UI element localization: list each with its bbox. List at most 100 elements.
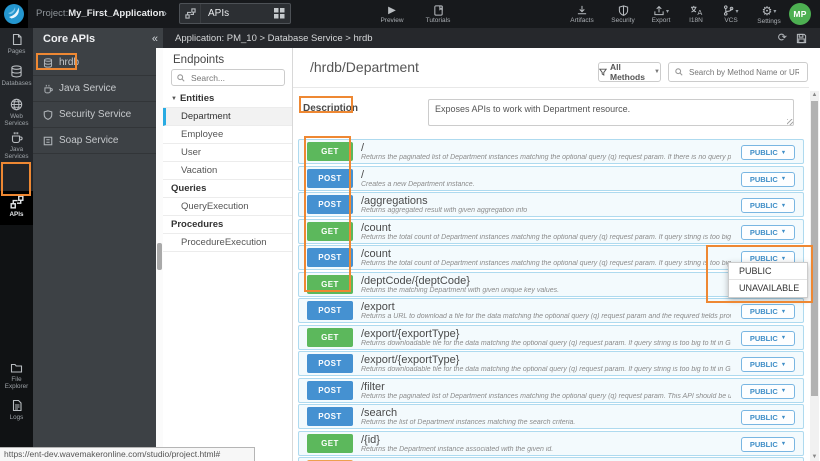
- refresh-icon[interactable]: ⟳: [778, 33, 787, 44]
- chevron-down-icon: ▼: [781, 150, 786, 156]
- database-icon: [43, 58, 53, 68]
- sidebar-item-java-services[interactable]: Java Services: [0, 131, 33, 160]
- menu-item-public[interactable]: PUBLIC: [729, 263, 807, 280]
- folder-icon: [10, 362, 23, 374]
- artifacts-button[interactable]: Artifacts: [562, 1, 602, 28]
- main-scrollbar[interactable]: ▲ ▼: [810, 91, 819, 461]
- core-item-label: Soap Service: [59, 135, 118, 146]
- core-item-soap-service[interactable]: Soap Service: [33, 128, 163, 154]
- export-button[interactable]: ▾ Export: [641, 1, 681, 28]
- log-file-icon: [11, 399, 23, 412]
- description-label: Description: [303, 103, 358, 114]
- method-row-partial[interactable]: [298, 457, 804, 461]
- export-icon: [653, 5, 665, 16]
- access-dropdown-button[interactable]: PUBLIC▼: [741, 172, 795, 187]
- menu-item-unavailable[interactable]: UNAVAILABLE: [729, 280, 807, 297]
- endpoints-search-input[interactable]: [189, 72, 279, 84]
- method-description: Returns the paginated list of Department…: [361, 393, 731, 401]
- access-dropdown-button[interactable]: PUBLIC▼: [741, 357, 795, 372]
- scrollbar-thumb[interactable]: [157, 243, 162, 270]
- endpoint-item-user[interactable]: User: [163, 144, 292, 162]
- endpoint-item-queryexecution[interactable]: QueryExecution: [163, 198, 292, 216]
- method-row[interactable]: POST /filterReturns the paginated list o…: [298, 378, 804, 403]
- core-item-label: hrdb: [59, 57, 79, 68]
- section-queries[interactable]: Queries: [163, 180, 292, 198]
- method-row[interactable]: POST /aggregationsReturns aggregated res…: [298, 192, 804, 217]
- method-badge: POST: [307, 381, 353, 400]
- method-description: Returns the total count of Department in…: [361, 260, 731, 268]
- endpoint-item-department[interactable]: Department: [163, 108, 292, 126]
- access-dropdown-button[interactable]: PUBLIC▼: [741, 304, 795, 319]
- access-dropdown-button[interactable]: PUBLIC▼: [741, 410, 795, 425]
- core-item-hrdb[interactable]: hrdb: [33, 50, 163, 76]
- method-row[interactable]: GET /{id}Returns the Department instance…: [298, 431, 804, 456]
- sidebar-item-file-explorer[interactable]: File Explorer: [0, 362, 33, 390]
- method-description: Returns a URL to download a file for the…: [361, 313, 731, 321]
- method-row[interactable]: POST /Creates a new Department instance.…: [298, 166, 804, 191]
- description-textarea[interactable]: Exposes APIs to work with Department res…: [428, 99, 794, 126]
- sidebar-item-web-services[interactable]: Web Services: [0, 98, 33, 127]
- page-icon: [11, 33, 23, 46]
- access-dropdown-button[interactable]: PUBLIC▼: [741, 198, 795, 213]
- endpoints-search[interactable]: [171, 69, 285, 86]
- sidebar-item-pages[interactable]: Pages: [0, 33, 33, 55]
- tutorials-button[interactable]: Tutorials: [416, 1, 460, 28]
- panel-scrollbar[interactable]: [156, 48, 163, 461]
- method-row[interactable]: GET /countReturns the total count of Dep…: [298, 219, 804, 244]
- core-item-security-service[interactable]: Security Service: [33, 102, 163, 128]
- chevron-down-icon: ▼: [781, 335, 786, 341]
- sidebar-item-apis[interactable]: APIs: [0, 191, 33, 225]
- section-procedures[interactable]: Procedures: [163, 216, 292, 234]
- chevron-down-icon: ▼: [781, 176, 786, 182]
- scrollbar-thumb[interactable]: [811, 101, 818, 396]
- chevron-down-icon: ▼: [781, 362, 786, 368]
- preview-button[interactable]: ▶ Preview: [372, 1, 412, 28]
- method-row[interactable]: GET /Returns the paginated list of Depar…: [298, 139, 804, 164]
- method-row[interactable]: GET /export/{exportType}Returns download…: [298, 325, 804, 350]
- project-name[interactable]: Project:My_First_Application: [36, 0, 164, 28]
- section-entities[interactable]: ▼Entities: [163, 90, 292, 108]
- api-node-icon: [10, 195, 24, 209]
- chevron-down-icon: ▾: [666, 9, 669, 15]
- collapse-panel-icon[interactable]: «: [152, 34, 158, 45]
- i18n-button[interactable]: A I18N: [679, 1, 713, 28]
- tab-apis[interactable]: APIs: [179, 3, 291, 24]
- methods-filter-dropdown[interactable]: All Methods ▼: [598, 62, 661, 82]
- access-dropdown-button[interactable]: PUBLIC▼: [741, 384, 795, 399]
- method-search[interactable]: [668, 62, 808, 82]
- save-icon[interactable]: [796, 33, 807, 44]
- method-row[interactable]: POST /export/{exportType}Returns downloa…: [298, 351, 804, 376]
- user-avatar[interactable]: MP: [789, 3, 811, 25]
- method-badge: GET: [307, 222, 353, 241]
- endpoint-item-procedureexecution[interactable]: ProcedureExecution: [163, 234, 292, 252]
- endpoint-item-vacation[interactable]: Vacation: [163, 162, 292, 180]
- access-dropdown-button[interactable]: PUBLIC▼: [741, 437, 795, 452]
- core-item-java-service[interactable]: Java Service: [33, 76, 163, 102]
- security-button[interactable]: Security: [604, 1, 642, 28]
- sidebar-item-databases[interactable]: Databases: [0, 65, 33, 87]
- method-row[interactable]: POST /searchReturns the list of Departme…: [298, 404, 804, 429]
- wavemaker-logo-icon[interactable]: [0, 0, 28, 28]
- shield-icon: [618, 5, 629, 16]
- resize-grip[interactable]: [787, 119, 793, 125]
- scroll-up-icon[interactable]: ▲: [810, 91, 819, 99]
- chevron-right-icon[interactable]: ›: [163, 0, 167, 28]
- sidebar-item-logs[interactable]: Logs: [0, 399, 33, 421]
- access-dropdown-button[interactable]: PUBLIC▼: [741, 145, 795, 160]
- scroll-down-icon[interactable]: ▼: [810, 453, 819, 461]
- soap-icon: [43, 136, 53, 146]
- method-path: /: [361, 169, 731, 181]
- settings-button[interactable]: ⚙▾ Settings: [748, 1, 790, 28]
- endpoint-item-employee[interactable]: Employee: [163, 126, 292, 144]
- access-dropdown-button[interactable]: PUBLIC▼: [741, 331, 795, 346]
- method-row[interactable]: POST /exportReturns a URL to download a …: [298, 298, 804, 323]
- method-badge: POST: [307, 169, 353, 188]
- method-path: /count: [361, 248, 731, 260]
- vcs-button[interactable]: ▾ VCS: [712, 1, 750, 28]
- grid-icon[interactable]: [268, 4, 290, 23]
- method-description: Returns the matching Department with giv…: [361, 287, 731, 295]
- method-path: /{id}: [361, 434, 731, 446]
- access-dropdown-button[interactable]: PUBLIC▼: [741, 225, 795, 240]
- method-search-input[interactable]: [687, 67, 801, 78]
- method-list: GET / Returns the paginated list of Depar…: [298, 139, 804, 461]
